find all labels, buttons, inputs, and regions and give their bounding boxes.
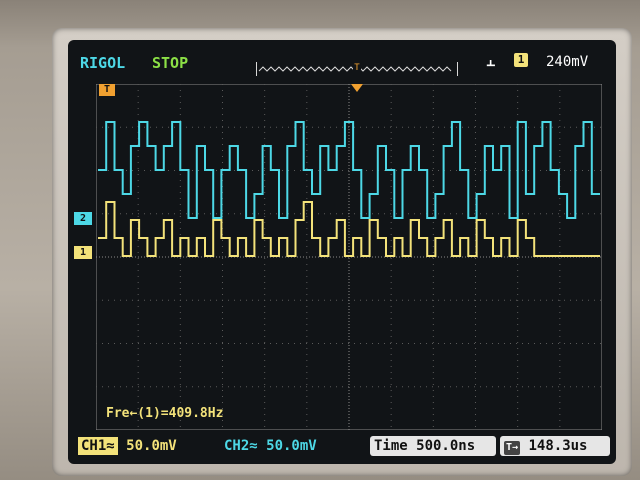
ch2-scale: CH2≈ 50.0mV	[224, 438, 317, 454]
brand-label: RIGOL	[80, 54, 126, 72]
trigger-delay-box[interactable]: T→ 148.3us	[500, 436, 610, 456]
run-status: STOP	[152, 54, 189, 72]
svg-text:T: T	[354, 63, 360, 73]
frequency-measurement: Fre←(1)=409.8Hz	[106, 406, 224, 421]
ch1-label: CH1≈	[78, 437, 118, 455]
ch2-offset-marker: 2	[74, 212, 92, 225]
waveform-grid	[96, 84, 602, 430]
scope-screen: RIGOL STOP T ⫠ 1 240mV T 2 1 Fre←(1)=409…	[68, 40, 616, 464]
trigger-position-marker: T	[99, 84, 115, 96]
trigger-source-badge: 1	[514, 53, 528, 67]
trigger-level: 240mV	[546, 54, 589, 70]
timebase-box[interactable]: Time 500.0ns	[370, 436, 496, 456]
ch1-offset-marker: 1	[74, 246, 92, 259]
ch1-scale-box[interactable]: CH1≈ 50.0mV	[78, 436, 200, 456]
memory-timeline: T	[256, 62, 458, 76]
ch2-scale-box[interactable]: CH2≈ 50.0mV	[224, 436, 364, 456]
timebase: Time 500.0ns	[374, 438, 476, 454]
delay-icon: T→	[504, 441, 521, 455]
trigger-time-arrow-icon	[351, 84, 363, 92]
ch1-scale: 50.0mV	[126, 438, 177, 454]
trigger-delay: 148.3us	[528, 438, 588, 454]
trigger-edge-icon: ⫠	[486, 52, 496, 70]
